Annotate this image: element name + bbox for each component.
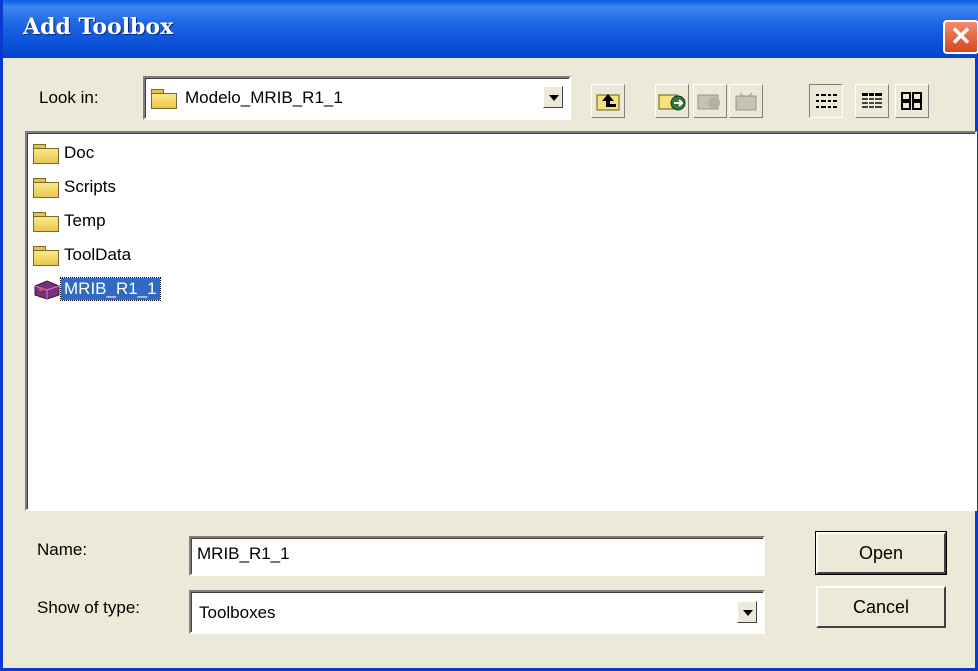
list-item-label: Doc	[64, 143, 95, 162]
list-item-selected[interactable]: MRIB_R1_1	[33, 275, 161, 303]
details-view-icon	[862, 93, 882, 109]
connect-folder-icon	[658, 94, 686, 111]
list-view-icon	[816, 94, 837, 108]
new-item-button	[729, 84, 763, 118]
toolbox-icon	[34, 280, 60, 300]
new-item-icon	[735, 92, 757, 111]
show-of-type-combo[interactable]: Toolboxes	[189, 590, 765, 634]
look-in-combo[interactable]: Modelo_MRIB_R1_1	[143, 76, 571, 120]
list-item[interactable]: ToolData	[33, 241, 134, 269]
folder-icon	[33, 245, 59, 266]
file-list[interactable]: Doc Scripts Temp ToolData MRIB_R1_1	[25, 131, 977, 511]
disconnect-folder-icon	[697, 94, 720, 110]
up-one-level-icon	[596, 94, 620, 111]
up-one-level-button[interactable]	[591, 84, 625, 118]
list-item-label: Scripts	[64, 177, 116, 196]
dialog-title: Add Toolbox	[23, 14, 174, 40]
folder-icon	[33, 177, 59, 198]
connect-folder-button[interactable]	[655, 84, 689, 118]
chevron-down-icon[interactable]	[543, 86, 563, 108]
name-label: Name:	[37, 540, 88, 559]
list-item-label: MRIB_R1_1	[60, 277, 161, 301]
close-button[interactable]: ✕	[943, 20, 978, 54]
list-item[interactable]: Scripts	[33, 173, 119, 201]
cancel-button-label: Cancel	[852, 596, 910, 617]
open-button-label: Open	[858, 542, 904, 563]
thumbnails-icon	[901, 92, 922, 110]
look-in-label: Look in:	[39, 88, 99, 107]
look-in-value: Modelo_MRIB_R1_1	[185, 88, 343, 107]
disconnect-folder-button	[693, 84, 727, 118]
folder-icon	[151, 88, 177, 109]
details-view-button[interactable]	[855, 84, 889, 118]
name-field[interactable]: MRIB_R1_1	[189, 536, 765, 576]
chevron-down-icon[interactable]	[737, 601, 757, 623]
list-view-button[interactable]	[809, 84, 843, 118]
add-toolbox-dialog: Add Toolbox ✕ Look in: Modelo_MRIB_R1_1	[0, 0, 978, 671]
list-item-label: ToolData	[64, 245, 132, 264]
list-item[interactable]: Doc	[33, 139, 97, 167]
list-item[interactable]: Temp	[33, 207, 109, 235]
folder-icon	[33, 143, 59, 164]
cancel-button[interactable]: Cancel	[816, 586, 946, 628]
show-of-type-value: Toolboxes	[199, 603, 276, 622]
close-icon: ✕	[950, 21, 972, 51]
folder-icon	[33, 211, 59, 232]
list-item-label: Temp	[64, 211, 106, 230]
show-of-type-label: Show of type:	[37, 598, 141, 617]
title-bar[interactable]: Add Toolbox ✕	[3, 0, 978, 58]
open-button[interactable]: Open	[815, 531, 947, 575]
thumbnails-button[interactable]	[895, 84, 929, 118]
